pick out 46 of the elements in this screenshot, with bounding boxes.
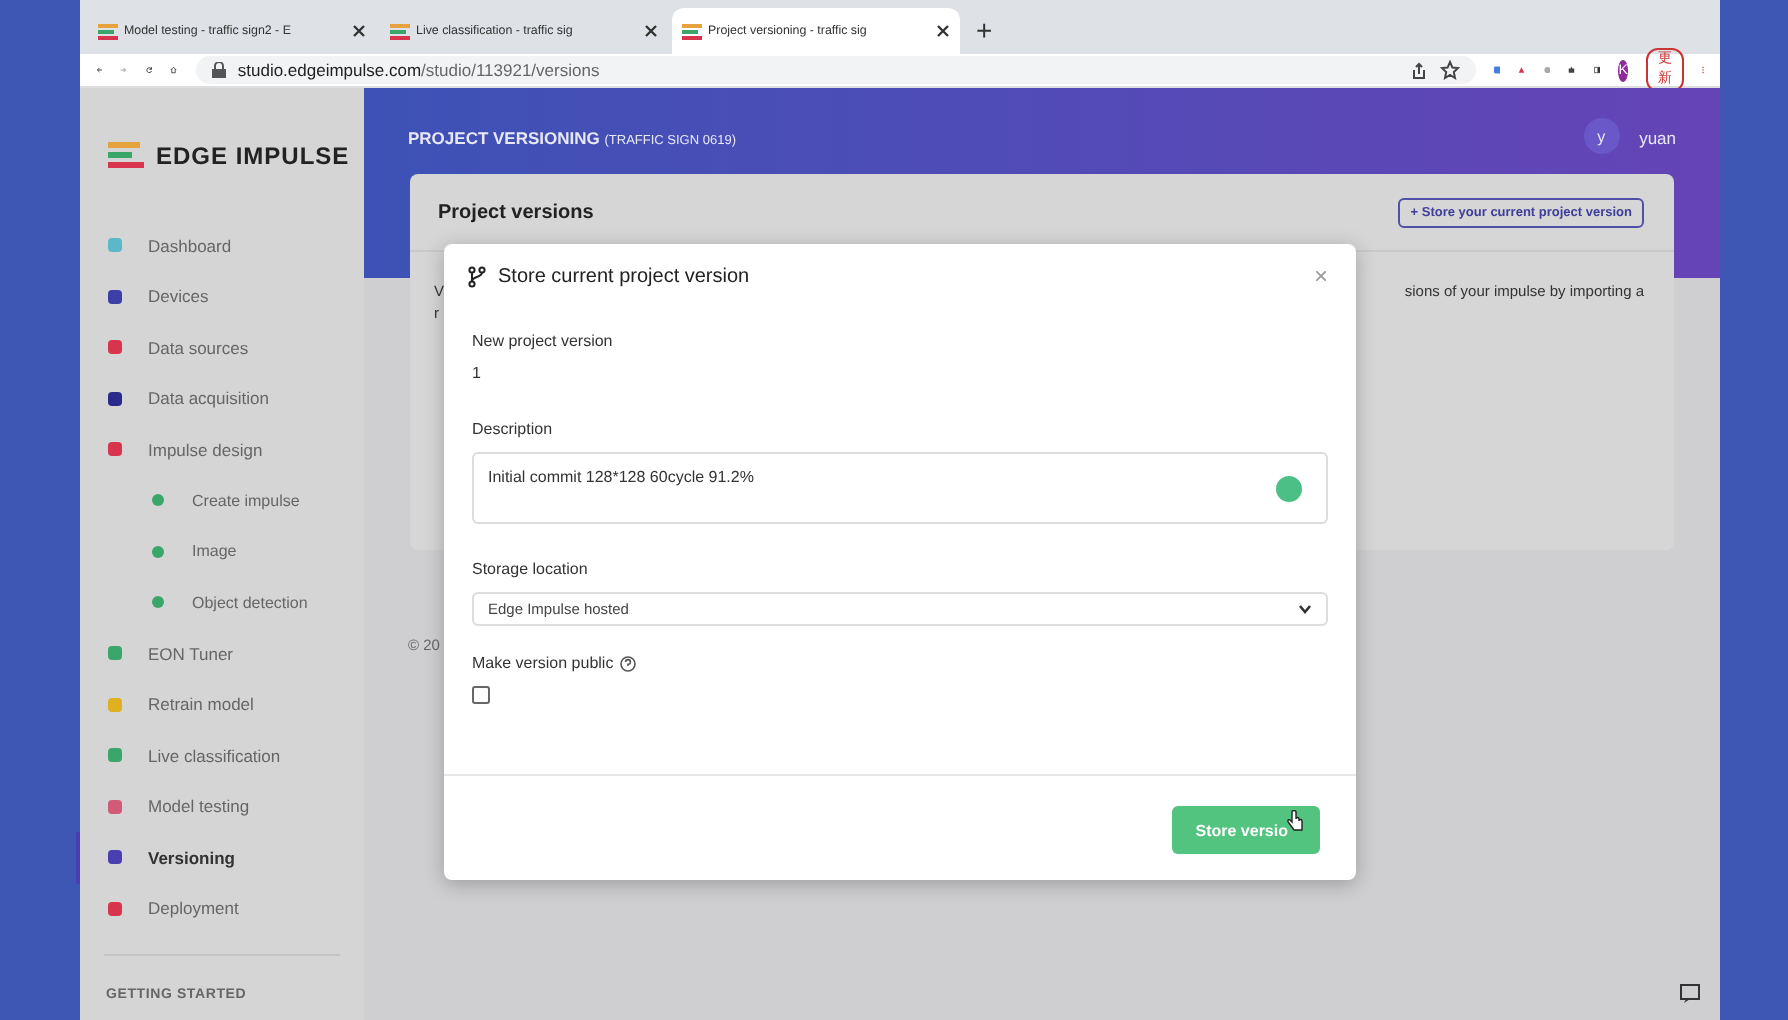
- close-icon[interactable]: [644, 24, 658, 38]
- sidebar-item[interactable]: Deployment: [76, 883, 364, 934]
- sidebar-item[interactable]: Data sources: [76, 322, 364, 373]
- address-bar[interactable]: studio.edgeimpulse.com/studio/113921/versions: [195, 56, 1476, 84]
- sidebar-item[interactable]: Dashboard: [76, 220, 364, 271]
- public-checkbox[interactable]: [472, 686, 490, 704]
- field-label: New project version: [472, 332, 615, 350]
- spinner-icon: [1276, 476, 1302, 502]
- sidebar-item[interactable]: Object detection: [76, 577, 364, 628]
- sidebar-item[interactable]: Devices: [76, 271, 364, 322]
- hand-cursor-icon: [1286, 810, 1304, 832]
- field-label: Storage location: [472, 560, 590, 578]
- close-icon[interactable]: [936, 24, 950, 38]
- sidebar-item[interactable]: Model testing: [76, 781, 364, 832]
- field-label: Make version public: [472, 654, 614, 672]
- logo-text: EDGE IMPULSE: [156, 142, 350, 170]
- star-icon[interactable]: [1439, 60, 1460, 80]
- chevron-icon: [1298, 604, 1312, 614]
- help-icon[interactable]: [619, 655, 636, 671]
- dialog-title: Store current project version: [498, 265, 750, 287]
- favicon-icon: [390, 23, 410, 39]
- sidebar-item[interactable]: Retrain model: [76, 679, 364, 730]
- branch-icon: [468, 265, 486, 287]
- share-icon[interactable]: [1409, 61, 1428, 79]
- sidebar-item[interactable]: EON Tuner: [76, 628, 364, 679]
- field-label: Description: [472, 420, 555, 438]
- close-icon[interactable]: [352, 24, 366, 38]
- user-avatar[interactable]: y: [1583, 118, 1620, 154]
- sidebar-item[interactable]: Impulse design: [76, 424, 364, 475]
- sidebar-item[interactable]: Image: [76, 526, 364, 577]
- card-title: Project versions: [438, 201, 594, 223]
- url-text: studio.edgeimpulse.com/studio/113921/versions: [237, 60, 600, 80]
- submit-button[interactable]: Store versio: [1171, 806, 1320, 854]
- description-field[interactable]: Initial commit 128*128 60cycle 91.2%: [472, 452, 1328, 524]
- close-button[interactable]: ×: [1313, 262, 1328, 290]
- lock-icon: [211, 62, 226, 78]
- sidebar-item[interactable]: Create impulse: [76, 475, 364, 526]
- sidebar-item[interactable]: Data acquisition: [76, 373, 364, 424]
- user-name[interactable]: yuan: [1639, 128, 1676, 148]
- chat-icon[interactable]: [1680, 984, 1700, 1004]
- logo-icon: [108, 142, 144, 170]
- new-tab-button[interactable]: +: [964, 14, 1005, 54]
- version-number: 1: [472, 364, 483, 382]
- sidebar-item[interactable]: Live classification: [76, 730, 364, 781]
- favicon-icon: [98, 23, 118, 39]
- favicon-icon: [682, 23, 702, 39]
